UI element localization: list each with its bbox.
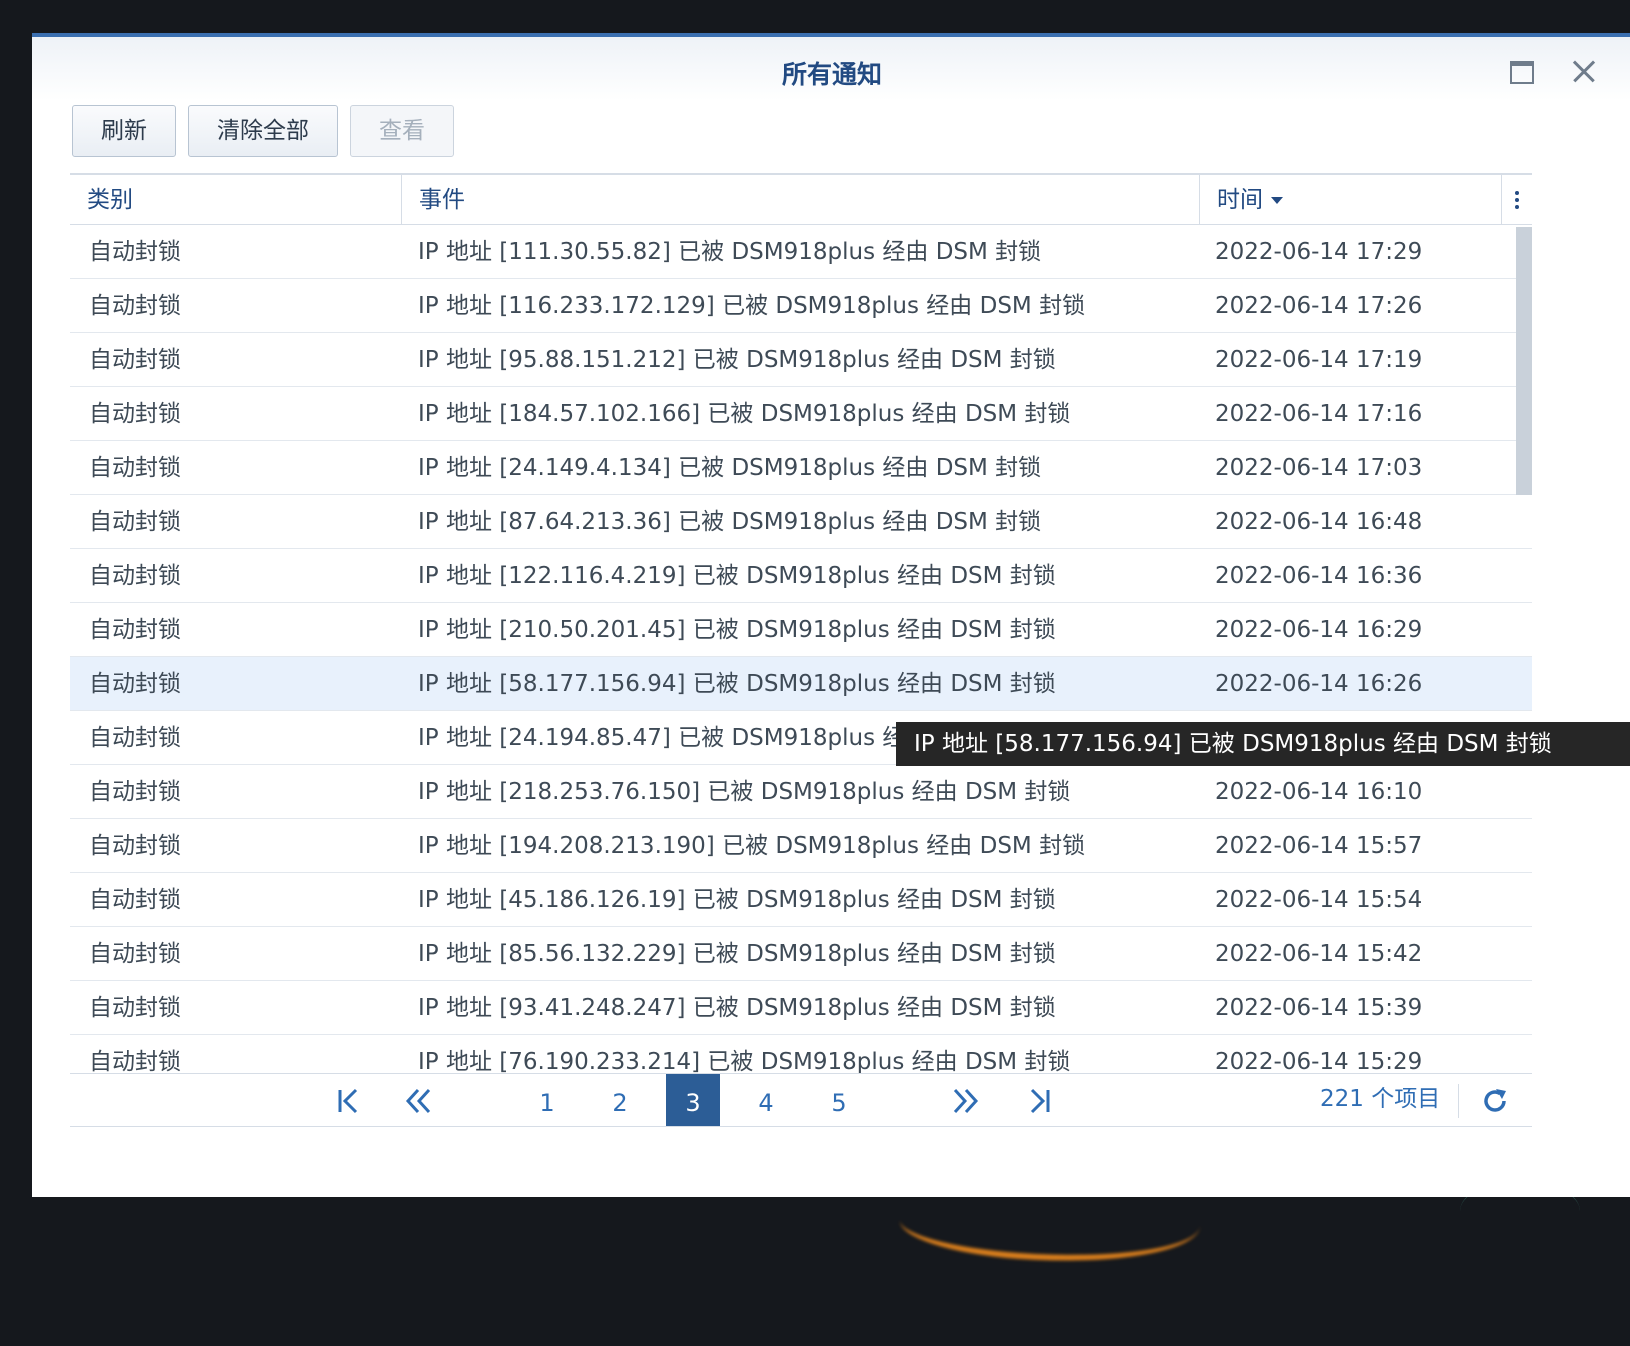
last-page-icon[interactable]	[1024, 1086, 1054, 1116]
table-row[interactable]: 自动封锁 IP 地址 [111.30.55.82] 已被 DSM918plus 经…	[70, 225, 1532, 279]
row-event: IP 地址 [218.253.76.150] 已被 DSM918plus 经由 …	[418, 779, 1071, 805]
row-category: 自动封锁	[89, 455, 181, 481]
pagination-bar: 1 2 3 4 5 221 个项目	[70, 1073, 1532, 1127]
close-icon[interactable]	[1566, 53, 1602, 89]
reload-icon[interactable]	[1480, 1086, 1510, 1116]
row-category: 自动封锁	[89, 995, 181, 1021]
row-time: 2022-06-14 16:29	[1215, 617, 1423, 643]
row-event: IP 地址 [194.208.213.190] 已被 DSM918plus 经由…	[418, 833, 1086, 859]
row-event: IP 地址 [58.177.156.94] 已被 DSM918plus 经由 D…	[418, 671, 1056, 697]
window-titlebar: 所有通知	[32, 37, 1630, 101]
row-time: 2022-06-14 15:29	[1215, 1049, 1423, 1073]
row-event: IP 地址 [122.116.4.219] 已被 DSM918plus 经由 D…	[418, 563, 1056, 589]
page-button[interactable]: 5	[814, 1074, 864, 1126]
row-time: 2022-06-14 15:42	[1215, 941, 1423, 967]
table-row[interactable]: 自动封锁 IP 地址 [87.64.213.36] 已被 DSM918plus 经…	[70, 495, 1532, 549]
table-row[interactable]: 自动封锁 IP 地址 [95.88.151.212] 已被 DSM918plus …	[70, 333, 1532, 387]
row-category: 自动封锁	[89, 779, 181, 805]
table-row[interactable]: 自动封锁 IP 地址 [210.50.201.45] 已被 DSM918plus …	[70, 603, 1532, 657]
column-header-time[interactable]: 时间	[1199, 175, 1501, 225]
table-row[interactable]: 自动封锁 IP 地址 [194.208.213.190] 已被 DSM918plu…	[70, 819, 1532, 873]
page-button[interactable]: 4	[741, 1074, 791, 1126]
maximize-icon[interactable]	[1504, 53, 1540, 89]
row-event: IP 地址 [87.64.213.36] 已被 DSM918plus 经由 DS…	[418, 509, 1042, 535]
row-event: IP 地址 [210.50.201.45] 已被 DSM918plus 经由 D…	[418, 617, 1056, 643]
row-category: 自动封锁	[89, 347, 181, 373]
row-time: 2022-06-14 15:39	[1215, 995, 1423, 1021]
row-category: 自动封锁	[89, 563, 181, 589]
row-time: 2022-06-14 16:26	[1215, 671, 1423, 697]
row-time: 2022-06-14 17:03	[1215, 455, 1423, 481]
refresh-button[interactable]: 刷新	[72, 105, 176, 157]
table-row[interactable]: 自动封锁 IP 地址 [184.57.102.166] 已被 DSM918plus…	[70, 387, 1532, 441]
row-category: 自动封锁	[89, 671, 181, 697]
item-count: 221 个项目	[1320, 1086, 1441, 1112]
table-row-selected[interactable]: 自动封锁 IP 地址 [58.177.156.94] 已被 DSM918plus …	[70, 657, 1532, 711]
table-row[interactable]: 自动封锁 IP 地址 [45.186.126.19] 已被 DSM918plus …	[70, 873, 1532, 927]
row-category: 自动封锁	[89, 293, 181, 319]
notifications-window: 所有通知 刷新 清除全部 查看 类别 事件 时间 自动封锁 IP 地址 [111.…	[32, 33, 1630, 1197]
page-button-current[interactable]: 3	[666, 1074, 720, 1126]
row-category: 自动封锁	[89, 239, 181, 265]
row-category: 自动封锁	[89, 725, 181, 751]
grid-header: 类别 事件 时间	[70, 173, 1532, 225]
sort-desc-icon	[1271, 197, 1283, 204]
page-button[interactable]: 1	[522, 1074, 572, 1126]
row-event: IP 地址 [24.149.4.134] 已被 DSM918plus 经由 DS…	[418, 455, 1042, 481]
row-category: 自动封锁	[89, 887, 181, 913]
row-time: 2022-06-14 16:36	[1215, 563, 1423, 589]
row-event: IP 地址 [95.88.151.212] 已被 DSM918plus 经由 D…	[418, 347, 1056, 373]
column-header-event[interactable]: 事件	[401, 175, 1199, 225]
row-category: 自动封锁	[89, 509, 181, 535]
row-category: 自动封锁	[89, 941, 181, 967]
column-menu-icon[interactable]	[1515, 191, 1519, 212]
page-button[interactable]: 2	[595, 1074, 645, 1126]
row-time: 2022-06-14 16:48	[1215, 509, 1423, 535]
row-category: 自动封锁	[89, 617, 181, 643]
row-event: IP 地址 [85.56.132.229] 已被 DSM918plus 经由 D…	[418, 941, 1056, 967]
row-time: 2022-06-14 17:19	[1215, 347, 1423, 373]
row-category: 自动封锁	[89, 401, 181, 427]
row-time: 2022-06-14 17:29	[1215, 239, 1423, 265]
row-event: IP 地址 [93.41.248.247] 已被 DSM918plus 经由 D…	[418, 995, 1056, 1021]
first-page-icon[interactable]	[334, 1086, 364, 1116]
event-tooltip: IP 地址 [58.177.156.94] 已被 DSM918plus 经由 D…	[896, 722, 1630, 766]
row-event: IP 地址 [116.233.172.129] 已被 DSM918plus 经由…	[418, 293, 1086, 319]
row-category: 自动封锁	[89, 833, 181, 859]
table-row[interactable]: 自动封锁 IP 地址 [24.149.4.134] 已被 DSM918plus 经…	[70, 441, 1532, 495]
view-button[interactable]: 查看	[350, 105, 454, 157]
row-time: 2022-06-14 15:57	[1215, 833, 1423, 859]
row-category: 自动封锁	[89, 1049, 181, 1073]
grid-body: 自动封锁 IP 地址 [111.30.55.82] 已被 DSM918plus 经…	[70, 225, 1532, 1073]
row-event: IP 地址 [184.57.102.166] 已被 DSM918plus 经由 …	[418, 401, 1071, 427]
row-time: 2022-06-14 17:16	[1215, 401, 1423, 427]
row-event: IP 地址 [76.190.233.214] 已被 DSM918plus 经由 …	[418, 1049, 1071, 1073]
row-event: IP 地址 [111.30.55.82] 已被 DSM918plus 经由 DS…	[418, 239, 1042, 265]
row-time: 2022-06-14 17:26	[1215, 293, 1423, 319]
table-row[interactable]: 自动封锁 IP 地址 [85.56.132.229] 已被 DSM918plus …	[70, 927, 1532, 981]
clear-all-button[interactable]: 清除全部	[188, 105, 338, 157]
table-row[interactable]: 自动封锁 IP 地址 [122.116.4.219] 已被 DSM918plus …	[70, 549, 1532, 603]
table-row[interactable]: 自动封锁 IP 地址 [76.190.233.214] 已被 DSM918plus…	[70, 1035, 1532, 1073]
next-pages-icon[interactable]	[950, 1086, 980, 1116]
column-header-category[interactable]: 类别	[70, 175, 401, 225]
table-row[interactable]: 自动封锁 IP 地址 [116.233.172.129] 已被 DSM918plu…	[70, 279, 1532, 333]
table-row[interactable]: 自动封锁 IP 地址 [93.41.248.247] 已被 DSM918plus …	[70, 981, 1532, 1035]
table-row[interactable]: 自动封锁 IP 地址 [218.253.76.150] 已被 DSM918plus…	[70, 765, 1532, 819]
row-time: 2022-06-14 15:54	[1215, 887, 1423, 913]
vertical-scrollbar[interactable]	[1516, 227, 1532, 495]
row-time: 2022-06-14 16:10	[1215, 779, 1423, 805]
window-title: 所有通知	[781, 60, 882, 89]
pager-divider	[1458, 1084, 1459, 1118]
prev-pages-icon[interactable]	[404, 1086, 434, 1116]
row-event: IP 地址 [45.186.126.19] 已被 DSM918plus 经由 D…	[418, 887, 1056, 913]
